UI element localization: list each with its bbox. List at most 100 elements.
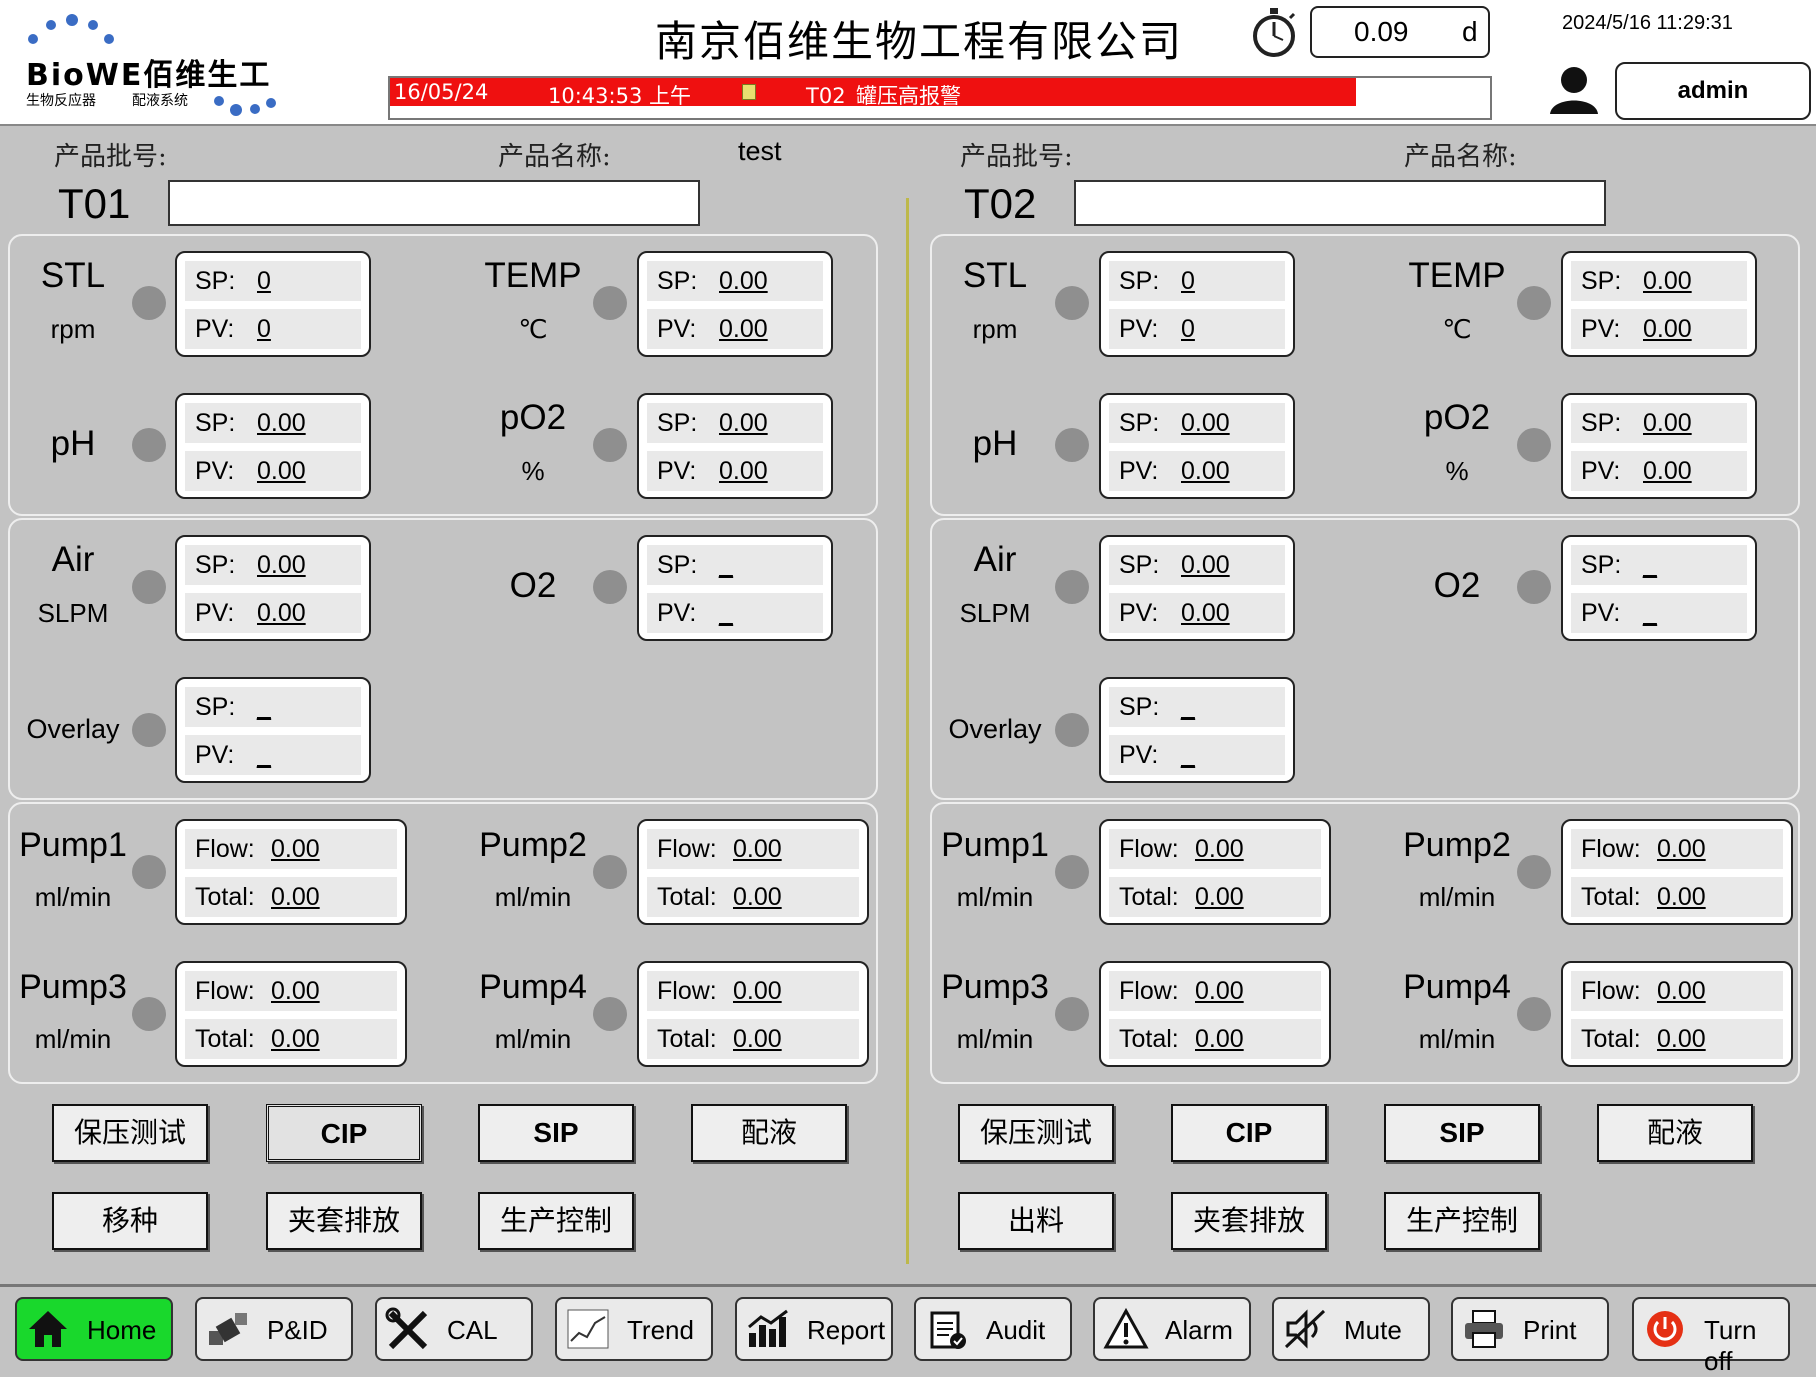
tools-icon xyxy=(385,1307,428,1350)
t02-pump2-value-box[interactable]: Flow: 0.00 Total: 0.00 xyxy=(1561,819,1793,925)
t02-media-prep-button[interactable]: 配液 xyxy=(1597,1104,1753,1162)
nav-print-button[interactable]: Print xyxy=(1451,1297,1609,1361)
nav-home-button[interactable]: Home xyxy=(15,1297,173,1361)
nav-report-button[interactable]: Report xyxy=(735,1297,893,1361)
t01-po2-sp[interactable]: 0.00 xyxy=(719,409,768,438)
nav-audit-button[interactable]: Audit xyxy=(914,1297,1072,1361)
t01-temp-value-box[interactable]: SP: 0.00 PV: 0.00 xyxy=(637,251,833,357)
t01-production-control-button[interactable]: 生产控制 xyxy=(478,1192,634,1250)
t02-ph-name: pH xyxy=(972,424,1018,463)
t02-ph-value-box[interactable]: SP: 0.00 PV: 0.00 xyxy=(1099,393,1295,499)
t01-overlay-sp[interactable]: _ xyxy=(257,693,271,722)
t01-o2-value-box[interactable]: SP: _ PV: _ xyxy=(637,535,833,641)
t02-pump4-unit: ml/min xyxy=(1418,1024,1496,1054)
t02-pump1-value-box[interactable]: Flow: 0.00 Total: 0.00 xyxy=(1099,819,1331,925)
nav-mute-label: Mute xyxy=(1344,1315,1402,1345)
t01-ph-value-box[interactable]: SP: 0.00 PV: 0.00 xyxy=(175,393,371,499)
current-datetime: 2024/5/16 11:29:31 xyxy=(1562,12,1733,34)
t02-discharge-button[interactable]: 出料 xyxy=(958,1192,1114,1250)
t01-pump2-unit: ml/min xyxy=(494,882,572,912)
t02-overlay-sp[interactable]: _ xyxy=(1181,693,1195,722)
t01-cip-button[interactable]: CIP xyxy=(266,1104,422,1162)
t01-pump4-total: 0.00 xyxy=(733,1025,782,1053)
t02-overlay-value-box[interactable]: SP: _ PV: _ xyxy=(1099,677,1295,783)
t02-pump4-total: 0.00 xyxy=(1657,1025,1706,1053)
nav-cal-label: CAL xyxy=(447,1315,498,1345)
t02-ph-sp[interactable]: 0.00 xyxy=(1181,409,1230,438)
t01-pump4-value-box[interactable]: Flow: 0.00 Total: 0.00 xyxy=(637,961,869,1067)
t01-pump1-flow[interactable]: 0.00 xyxy=(271,835,320,864)
t01-o2-sp[interactable]: _ xyxy=(719,551,733,580)
t02-air-value-box[interactable]: SP: 0.00 PV: 0.00 xyxy=(1099,535,1295,641)
t02-pump1-flow[interactable]: 0.00 xyxy=(1195,835,1244,864)
t01-jacket-drain-button[interactable]: 夹套排放 xyxy=(266,1192,422,1250)
mute-icon xyxy=(1284,1309,1326,1349)
t02-pump1-status-led xyxy=(1055,855,1089,889)
t01-overlay-value-box[interactable]: SP: _ PV: _ xyxy=(175,677,371,783)
t02-cip-button[interactable]: CIP xyxy=(1171,1104,1327,1162)
t02-stl-sp[interactable]: 0 xyxy=(1181,267,1195,296)
alarm-banner[interactable]: 16/05/24 10:43:53 上午 T02_罐压高报警 xyxy=(388,76,1492,120)
t02-temp-value-box[interactable]: SP: 0.00 PV: 0.00 xyxy=(1561,251,1757,357)
t01-pump1-value-box[interactable]: Flow: 0.00 Total: 0.00 xyxy=(175,819,407,925)
t02-jacket-drain-button[interactable]: 夹套排放 xyxy=(1171,1192,1327,1250)
t02-pump3-flow[interactable]: 0.00 xyxy=(1195,977,1244,1006)
t02-pump2-total: 0.00 xyxy=(1657,883,1706,911)
t01-batch-input[interactable] xyxy=(168,180,700,226)
t01-pump2-value-box[interactable]: Flow: 0.00 Total: 0.00 xyxy=(637,819,869,925)
t02-air-pv: 0.00 xyxy=(1181,599,1230,627)
active-alarm-row[interactable]: 16/05/24 10:43:53 上午 T02_罐压高报警 xyxy=(390,78,1356,108)
t02-temp-sp[interactable]: 0.00 xyxy=(1643,267,1692,296)
t02-pressure-test-button[interactable]: 保压测试 xyxy=(958,1104,1114,1162)
t02-pump2-flow[interactable]: 0.00 xyxy=(1657,835,1706,864)
nav-pid-button[interactable]: P&ID xyxy=(195,1297,353,1361)
nav-trend-button[interactable]: Trend xyxy=(555,1297,713,1361)
t02-pump4-flow[interactable]: 0.00 xyxy=(1657,977,1706,1006)
t01-stl-pv: 0 xyxy=(257,315,271,343)
t01-pump2-flow[interactable]: 0.00 xyxy=(733,835,782,864)
t02-air-sp[interactable]: 0.00 xyxy=(1181,551,1230,580)
t02-po2-sp[interactable]: 0.00 xyxy=(1643,409,1692,438)
t01-pump3-flow[interactable]: 0.00 xyxy=(271,977,320,1006)
t01-pump3-value-box[interactable]: Flow: 0.00 Total: 0.00 xyxy=(175,961,407,1067)
t02-pump4-name: Pump4 xyxy=(1403,968,1511,1006)
t01-pump2-status-led xyxy=(593,855,627,889)
t02-po2-status-led xyxy=(1517,428,1551,462)
nav-turn-off-label: Turn off xyxy=(1704,1315,1757,1376)
t01-stl-value-box[interactable]: SP: 0 PV: 0 xyxy=(175,251,371,357)
t02-po2-value-box[interactable]: SP: 0.00 PV: 0.00 xyxy=(1561,393,1757,499)
user-login-button[interactable]: admin xyxy=(1615,62,1811,120)
nav-mute-button[interactable]: Mute xyxy=(1272,1297,1430,1361)
t02-pump3-value-box[interactable]: Flow: 0.00 Total: 0.00 xyxy=(1099,961,1331,1067)
t01-pump4-flow[interactable]: 0.00 xyxy=(733,977,782,1006)
nav-alarm-button[interactable]: Alarm xyxy=(1093,1297,1251,1361)
t01-pressure-test-button[interactable]: 保压测试 xyxy=(52,1104,208,1162)
t02-temp-status-led xyxy=(1517,286,1551,320)
t01-temp-sp[interactable]: 0.00 xyxy=(719,267,768,296)
t02-stl-value-box[interactable]: SP: 0 PV: 0 xyxy=(1099,251,1295,357)
t02-pump4-value-box[interactable]: Flow: 0.00 Total: 0.00 xyxy=(1561,961,1793,1067)
nav-cal-button[interactable]: CAL xyxy=(375,1297,533,1361)
t02-sip-button[interactable]: SIP xyxy=(1384,1104,1540,1162)
t01-air-sp[interactable]: 0.00 xyxy=(257,551,306,580)
sp-label: SP: xyxy=(657,551,698,579)
t02-o2-sp[interactable]: _ xyxy=(1643,551,1657,580)
t02-pump4-status-led xyxy=(1517,997,1551,1031)
t01-transfer-button[interactable]: 移种 xyxy=(52,1192,208,1250)
flow-label: Flow: xyxy=(657,977,717,1005)
t01-stl-sp[interactable]: 0 xyxy=(257,267,271,296)
total-label: Total: xyxy=(195,1025,255,1053)
t02-o2-value-box[interactable]: SP: _ PV: _ xyxy=(1561,535,1757,641)
t02-production-control-button[interactable]: 生产控制 xyxy=(1384,1192,1540,1250)
t02-batch-input[interactable] xyxy=(1074,180,1606,226)
nav-turn-off-button[interactable]: Turn off xyxy=(1632,1297,1790,1376)
total-label: Total: xyxy=(657,1025,717,1053)
t01-ph-sp[interactable]: 0.00 xyxy=(257,409,306,438)
t02-overlay-pv: _ xyxy=(1181,741,1195,769)
t02-stl-pv: 0 xyxy=(1181,315,1195,343)
flow-label: Flow: xyxy=(195,835,255,863)
t01-po2-value-box[interactable]: SP: 0.00 PV: 0.00 xyxy=(637,393,833,499)
t01-sip-button[interactable]: SIP xyxy=(478,1104,634,1162)
t01-air-value-box[interactable]: SP: 0.00 PV: 0.00 xyxy=(175,535,371,641)
t01-media-prep-button[interactable]: 配液 xyxy=(691,1104,847,1162)
